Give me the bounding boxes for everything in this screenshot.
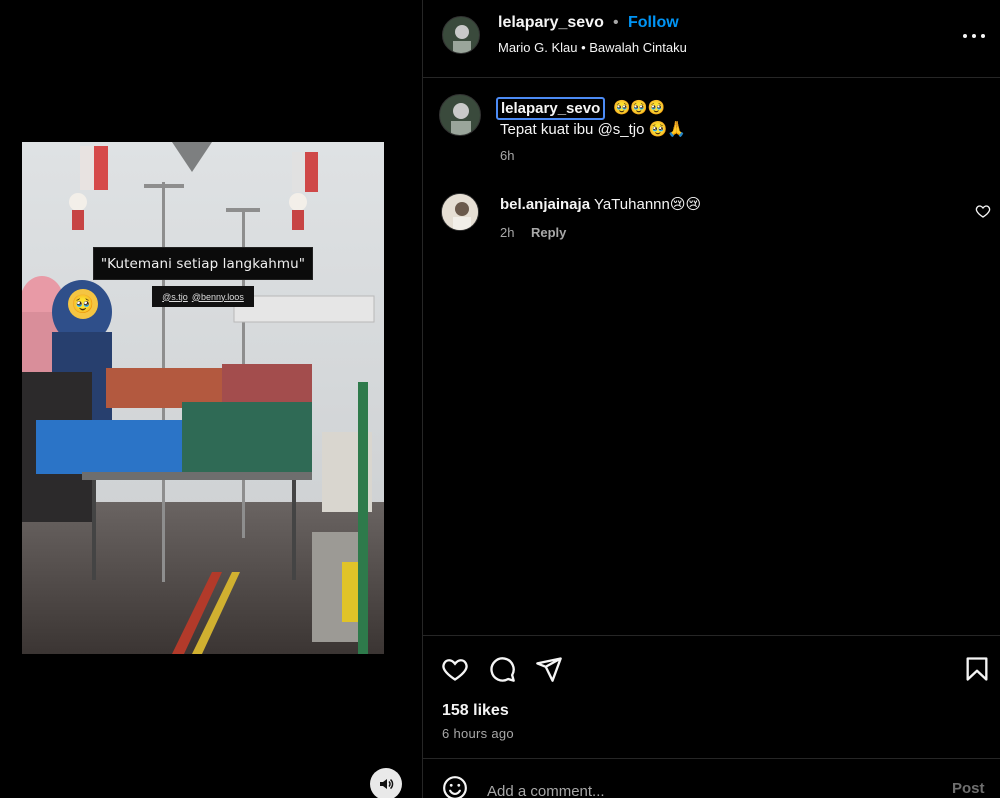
save-bookmark-icon[interactable]: [963, 655, 991, 683]
video-caption: "Kutemani setiap langkahmu": [93, 247, 313, 280]
like-comment-heart-icon[interactable]: [975, 203, 991, 219]
comment-username[interactable]: bel.anjainaja: [500, 196, 590, 213]
author-username[interactable]: lelapary_sevo: [498, 14, 604, 32]
post-viewer: "Kutemani setiap langkahmu" @s.tjo @benn…: [0, 0, 1000, 798]
more-options-icon[interactable]: [963, 26, 985, 46]
comment-text: YaTuhannn😢😢: [593, 196, 702, 213]
media-panel: "Kutemani setiap langkahmu" @s.tjo @benn…: [0, 0, 422, 798]
audio-toggle-button[interactable]: [370, 768, 402, 798]
comment-time[interactable]: 6h: [500, 148, 514, 163]
share-send-icon[interactable]: [535, 655, 563, 683]
post-actions: 158 likes 6 hours ago: [423, 635, 1000, 758]
post-timestamp: 6 hours ago: [442, 726, 514, 741]
author-avatar[interactable]: [442, 16, 480, 54]
post-header: lelapary_sevo • Follow Mario G. Klau • B…: [423, 0, 1000, 78]
comment-username[interactable]: lelapary_sevo: [496, 97, 606, 120]
comments-panel: lelapary_sevo • Follow Mario G. Klau • B…: [423, 0, 1000, 798]
commenter-avatar[interactable]: [439, 94, 481, 136]
hospital-scene-image: [22, 142, 384, 654]
video-mentions: @s.tjo @benny.loos: [152, 286, 254, 307]
speaker-icon: [380, 778, 394, 790]
follow-button[interactable]: Follow: [628, 14, 679, 32]
comment-time[interactable]: 2h: [500, 225, 514, 240]
mention-tag[interactable]: @s.tjo: [162, 292, 188, 302]
comment-emoji: 🥹🥹🥹: [613, 99, 666, 115]
audio-attribution[interactable]: Mario G. Klau • Bawalah Cintaku: [498, 40, 687, 55]
comment-line: bel.anjainaja YaTuhannn😢😢: [500, 195, 701, 213]
add-comment-input[interactable]: [487, 780, 887, 798]
separator-dot: •: [613, 14, 619, 31]
post-video[interactable]: [22, 142, 384, 654]
comment-text: Tepat kuat ibu @s_tjo 🥹🙏: [500, 121, 686, 138]
like-heart-icon[interactable]: [441, 655, 469, 683]
post-comment-button[interactable]: Post: [952, 780, 985, 797]
mention-tag[interactable]: @benny.loos: [192, 292, 244, 302]
add-comment-bar: Post: [423, 758, 1000, 798]
face-sticker: 🥹: [68, 289, 98, 319]
comment-bubble-icon[interactable]: [488, 655, 516, 683]
emoji-picker-icon[interactable]: [442, 775, 468, 798]
reply-button[interactable]: Reply: [531, 225, 566, 240]
commenter-avatar[interactable]: [441, 193, 479, 231]
likes-count[interactable]: 158 likes: [442, 702, 509, 720]
